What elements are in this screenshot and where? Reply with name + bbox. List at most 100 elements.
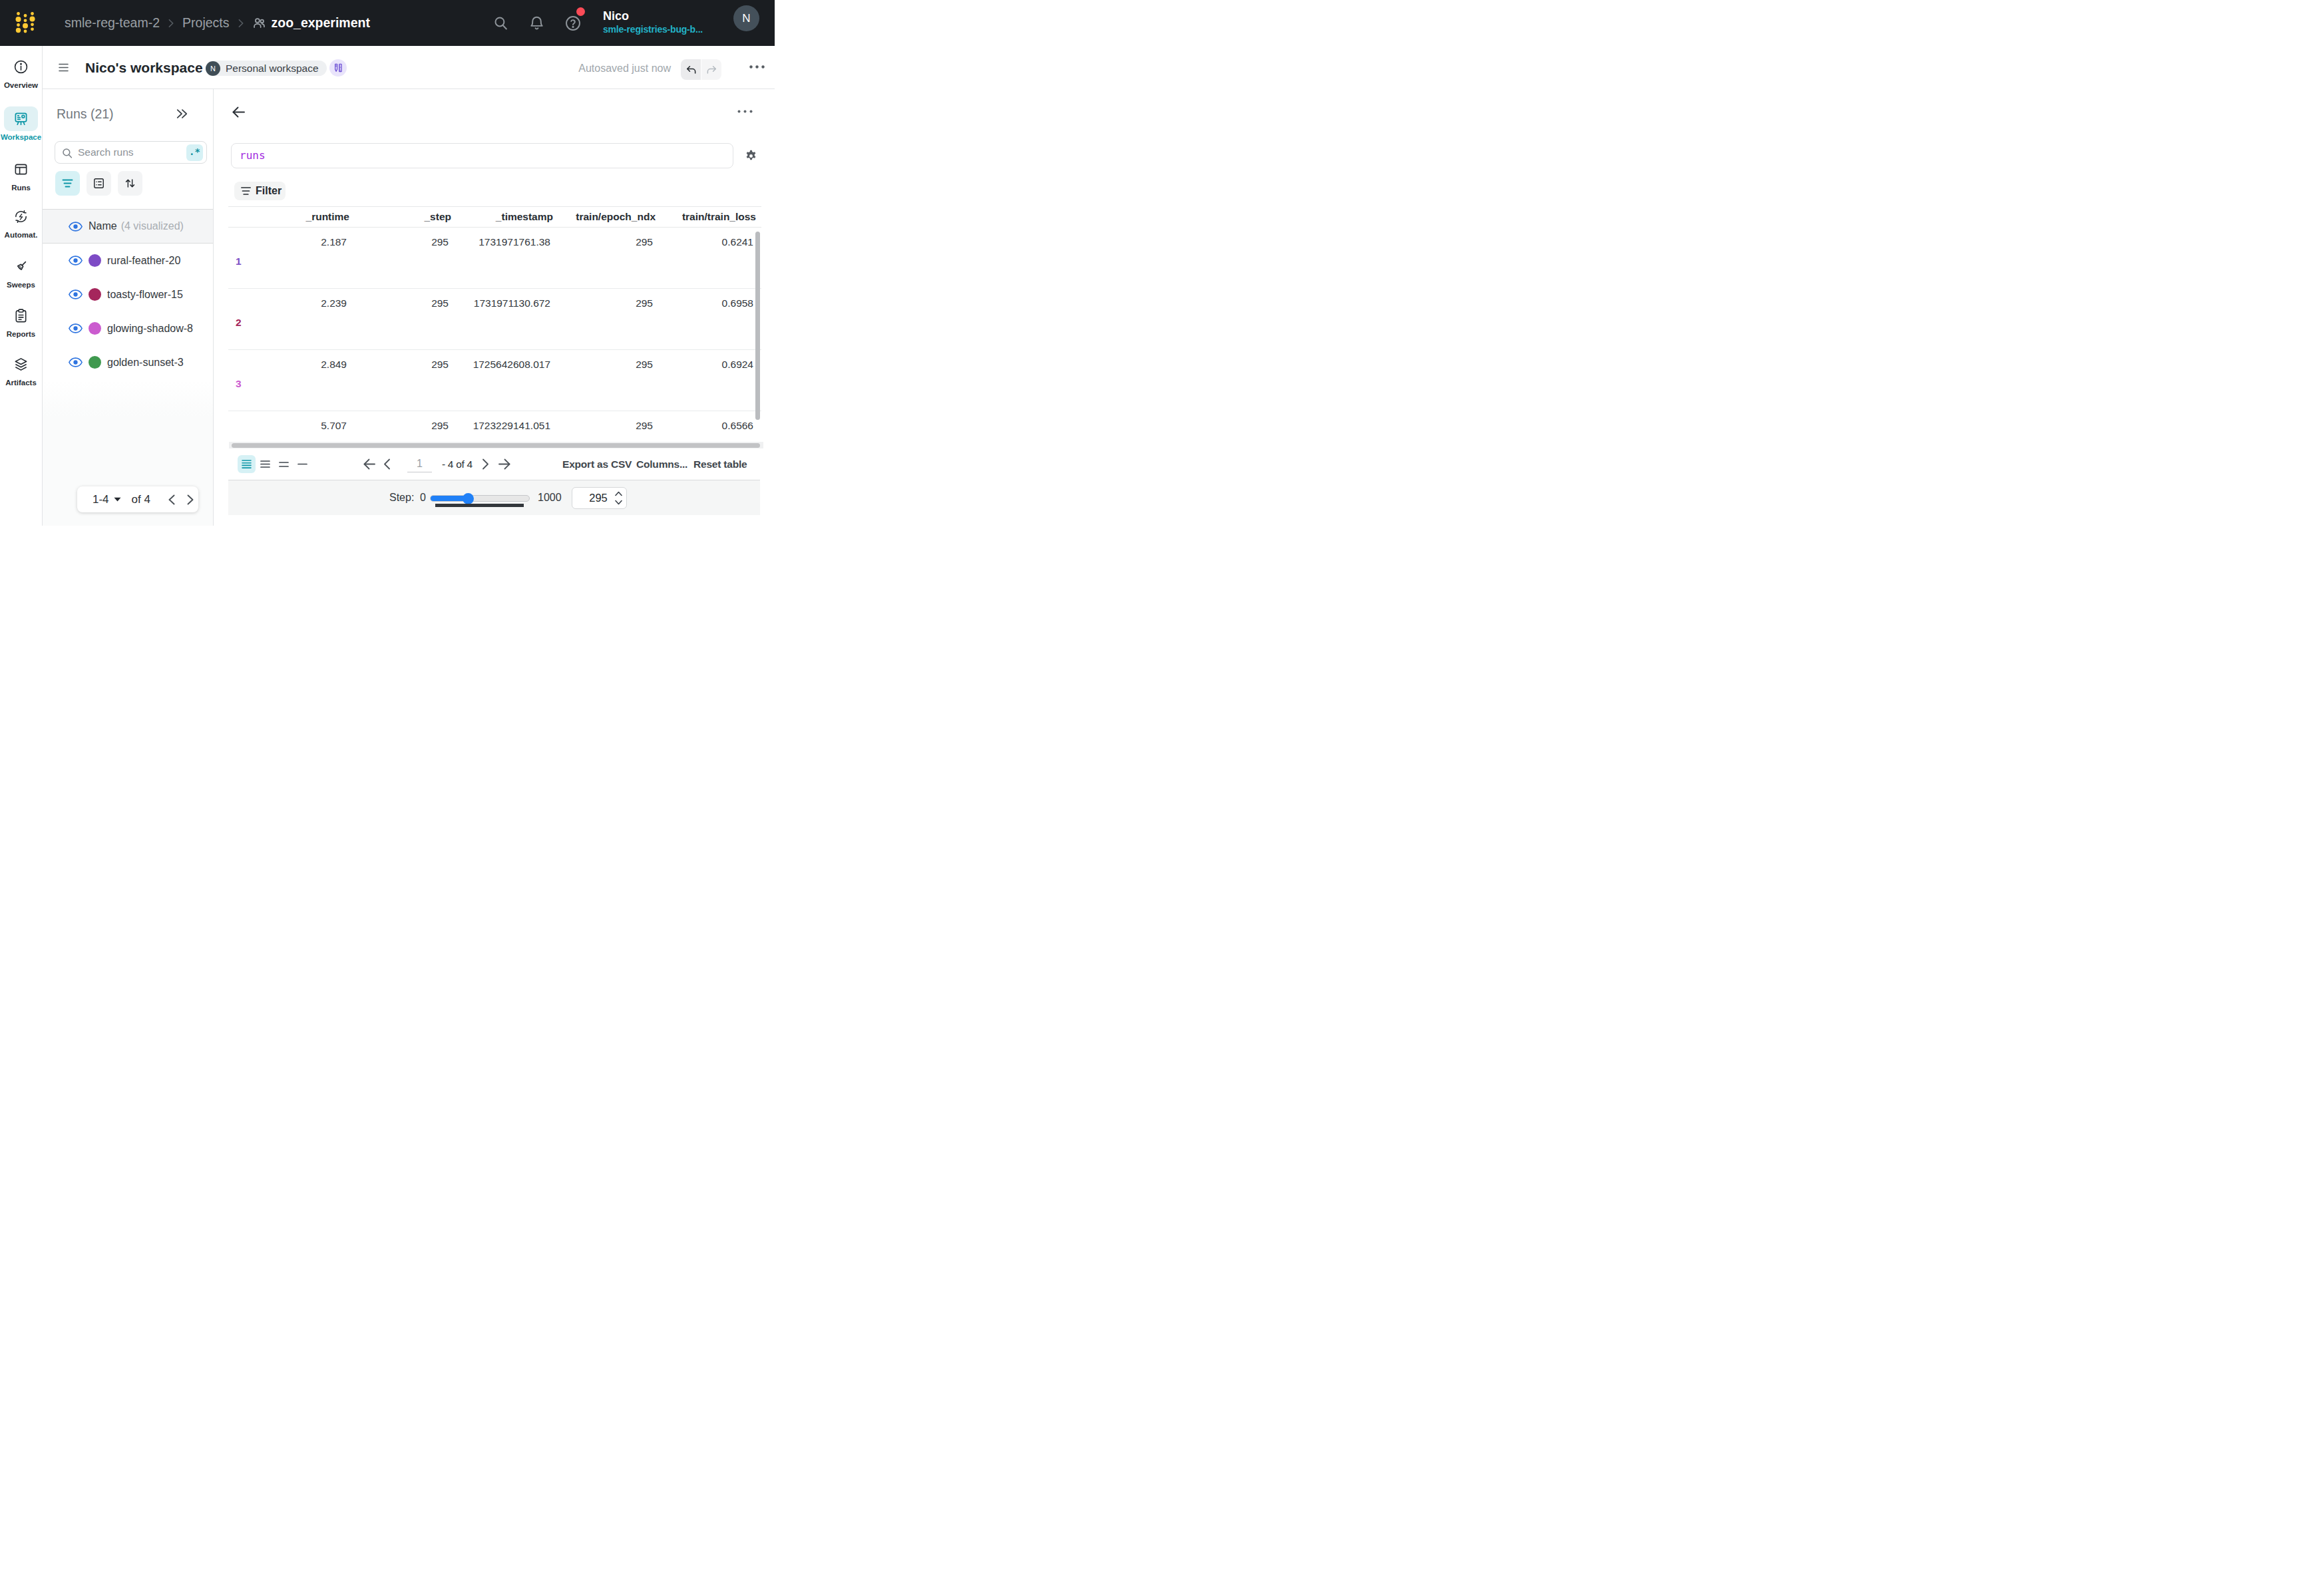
vertical-scrollbar[interactable]: [755, 232, 760, 420]
slider-handle[interactable]: [463, 493, 474, 504]
sidebar-item-automations[interactable]: Automat.: [0, 204, 42, 239]
filter-lines-icon: [241, 187, 251, 195]
sidebar-item-runs[interactable]: Runs: [0, 157, 42, 192]
row-height-large-button[interactable]: [275, 455, 293, 473]
cell-epoch: 295: [558, 289, 661, 349]
back-button[interactable]: [232, 106, 245, 118]
filter-button[interactable]: Filter: [234, 182, 286, 200]
runs-filter-button[interactable]: [55, 171, 80, 196]
global-search-button[interactable]: [486, 0, 515, 46]
sidebar-item-workspace[interactable]: Workspace: [0, 106, 42, 141]
table-row[interactable]: 3 2.849 295 1725642608.017 295 0.6924: [228, 350, 761, 411]
first-page-button[interactable]: [363, 458, 375, 470]
eye-icon[interactable]: [69, 289, 83, 299]
step-min: 0: [420, 492, 426, 504]
help-button[interactable]: [558, 0, 588, 46]
run-color-dot: [89, 288, 101, 301]
column-header[interactable]: _runtime: [244, 211, 355, 223]
user-name: Nico: [603, 9, 703, 23]
caret-down-icon[interactable]: [114, 497, 121, 502]
sidebar-label: Automat.: [0, 231, 42, 239]
personal-workspace-pill[interactable]: N Personal workspace: [206, 61, 327, 76]
sidebar-item-sweeps[interactable]: Sweeps: [0, 254, 42, 289]
run-name[interactable]: rural-feather-20: [107, 255, 180, 267]
reset-table-button[interactable]: Reset table: [693, 458, 747, 470]
row-number: 1: [228, 228, 244, 288]
table-options-button[interactable]: [737, 109, 753, 114]
row-height-medium-button[interactable]: [256, 455, 274, 473]
table-settings-button[interactable]: [745, 150, 757, 162]
query-input[interactable]: runs: [231, 143, 733, 168]
eye-icon[interactable]: [69, 323, 83, 333]
previous-page-button[interactable]: [383, 458, 391, 470]
next-page-button[interactable]: [482, 458, 489, 470]
run-row[interactable]: rural-feather-20: [43, 244, 213, 277]
column-header[interactable]: train/epoch_ndx: [558, 211, 661, 223]
page-number-input[interactable]: 1: [407, 458, 432, 472]
eye-icon[interactable]: [69, 256, 83, 265]
runs-group-button[interactable]: [87, 171, 111, 196]
horizontal-scrollbar[interactable]: [232, 443, 760, 448]
workspace-options-button[interactable]: [749, 65, 765, 69]
user-menu[interactable]: Nico smle-registries-bug-b...: [603, 9, 703, 36]
collapse-panel-button[interactable]: [174, 108, 189, 120]
prev-page-icon[interactable]: [168, 494, 175, 505]
runs-sort-button[interactable]: [118, 171, 142, 196]
table-row[interactable]: 1 2.187 295 1731971761.38 295 0.6241: [228, 228, 761, 289]
bell-icon: [528, 15, 545, 31]
sidebar-item-overview[interactable]: Overview: [0, 55, 42, 89]
row-height-huge-button[interactable]: [293, 455, 311, 473]
cell-timestamp: 1725642608.017: [457, 350, 558, 411]
run-name[interactable]: golden-sunset-3: [107, 357, 184, 369]
step-max: 1000: [538, 492, 562, 504]
row-height-small-button[interactable]: [238, 455, 256, 473]
run-row[interactable]: glowing-shadow-8: [43, 311, 213, 345]
edit-workspace-button[interactable]: [329, 59, 347, 77]
runs-list-header[interactable]: Name (4 visualized): [43, 209, 213, 244]
sidebar-item-artifacts[interactable]: Artifacts: [0, 352, 42, 387]
avatar[interactable]: N: [733, 5, 759, 31]
column-header[interactable]: _timestamp: [457, 211, 558, 223]
run-color-dot: [89, 322, 101, 335]
notifications-button[interactable]: [522, 0, 551, 46]
eye-icon[interactable]: [69, 222, 83, 232]
cell-runtime: 2.849: [244, 350, 355, 411]
step-increment-icon[interactable]: [615, 491, 622, 496]
rows-2-icon: [279, 462, 289, 467]
step-slider[interactable]: [430, 495, 530, 502]
run-row[interactable]: toasty-flower-15: [43, 277, 213, 311]
undo-button[interactable]: [681, 59, 701, 80]
eye-icon[interactable]: [69, 357, 83, 367]
last-page-button[interactable]: [498, 458, 511, 470]
sort-arrows-icon: [124, 177, 136, 190]
user-team-link[interactable]: smle-registries-bug-b...: [603, 23, 703, 36]
hamburger-icon: [59, 63, 69, 72]
table-row[interactable]: 4 5.707 295 1723229141.051 295 0.6566: [228, 411, 761, 439]
run-name[interactable]: glowing-shadow-8: [107, 323, 193, 335]
wandb-workspace-app: smle-reg-team-2 Projects zoo_experiment: [0, 0, 775, 526]
runs-page-range[interactable]: 1-4: [93, 493, 109, 506]
column-header[interactable]: _step: [355, 211, 457, 223]
topbar-actions: Nico smle-registries-bug-b... N: [0, 0, 775, 46]
column-header[interactable]: train/train_loss: [661, 211, 761, 223]
run-search-input[interactable]: Search runs .*: [55, 141, 207, 164]
sidebar-label: Overview: [0, 81, 42, 89]
step-value-input[interactable]: 295: [572, 487, 627, 509]
redo-button[interactable]: [701, 59, 721, 80]
cell-loss: 0.6924: [661, 350, 761, 411]
table-row[interactable]: 2 2.239 295 1731971130.672 295 0.6958: [228, 289, 761, 350]
run-row[interactable]: golden-sunset-3: [43, 345, 213, 379]
cell-step: 295: [355, 350, 457, 411]
panel-menu-button[interactable]: [59, 63, 69, 72]
table-header-row: _runtime _step _timestamp train/epoch_nd…: [228, 206, 761, 228]
columns-button[interactable]: Columns...: [636, 458, 687, 470]
run-name[interactable]: toasty-flower-15: [107, 289, 183, 301]
cell-step: 295: [355, 411, 457, 439]
info-icon: [13, 59, 29, 75]
rows-4-icon: [242, 460, 252, 468]
next-page-icon[interactable]: [187, 494, 194, 505]
sidebar-item-reports[interactable]: Reports: [0, 303, 42, 338]
step-decrement-icon[interactable]: [615, 500, 622, 505]
export-csv-button[interactable]: Export as CSV: [562, 458, 632, 470]
regex-toggle-button[interactable]: .*: [186, 144, 203, 161]
